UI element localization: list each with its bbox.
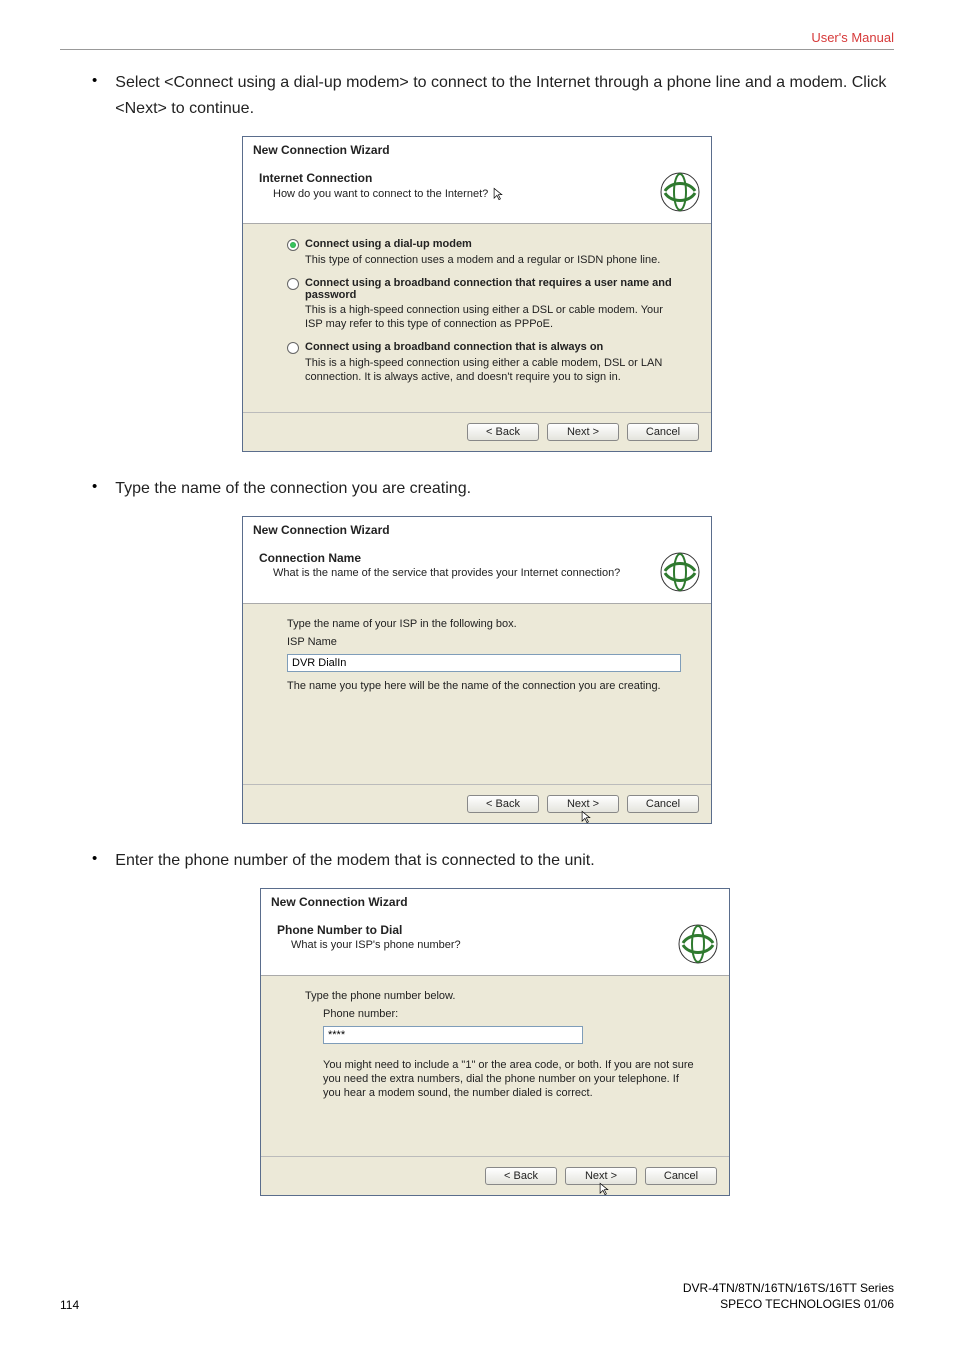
window-title: New Connection Wizard <box>243 517 711 541</box>
cursor-icon <box>580 810 594 824</box>
radio-dialup[interactable] <box>287 239 299 251</box>
header-rule <box>60 49 894 50</box>
page-header: User's Manual <box>60 20 894 49</box>
dialog-title: Connection Name <box>259 551 651 565</box>
radio-broadband-always[interactable] <box>287 342 299 354</box>
cancel-button[interactable]: Cancel <box>627 795 699 813</box>
radio-broadband-auth[interactable] <box>287 278 299 290</box>
next-button[interactable]: Next > <box>547 795 619 813</box>
bullet-icon: • <box>92 70 97 92</box>
wizard-dialog-internet-connection: New Connection Wizard Internet Connectio… <box>242 136 712 452</box>
prompt-text: Type the phone number below. <box>305 990 699 1002</box>
next-button[interactable]: Next > <box>565 1167 637 1185</box>
wizard-icon <box>677 923 719 965</box>
cancel-button[interactable]: Cancel <box>645 1167 717 1185</box>
dialog-subtitle: How do you want to connect to the Intern… <box>273 188 488 200</box>
prompt-text: Type the name of your ISP in the followi… <box>287 618 681 630</box>
isp-name-label: ISP Name <box>287 636 681 648</box>
radio-broadband-always-label: Connect using a broadband connection tha… <box>305 341 603 353</box>
footer-line-2: SPECO TECHNOLOGIES 01/06 <box>683 1296 894 1312</box>
intro-text-2: Type the name of the connection you are … <box>115 476 471 502</box>
wizard-dialog-connection-name: New Connection Wizard Connection Name Wh… <box>242 516 712 824</box>
window-title: New Connection Wizard <box>261 889 729 913</box>
radio-dialup-desc: This type of connection uses a modem and… <box>305 253 681 267</box>
phone-number-input[interactable] <box>323 1026 583 1044</box>
wizard-icon <box>659 551 701 593</box>
wizard-icon <box>659 171 701 213</box>
dialog-title: Internet Connection <box>259 171 651 185</box>
cursor-icon <box>492 187 506 201</box>
radio-broadband-auth-label: Connect using a broadband connection tha… <box>305 277 681 301</box>
back-button[interactable]: < Back <box>467 795 539 813</box>
dialog-title: Phone Number to Dial <box>277 923 669 937</box>
radio-broadband-always-desc: This is a high-speed connection using ei… <box>305 356 681 384</box>
hint-text: You might need to include a "1" or the a… <box>323 1058 699 1100</box>
dialog-subtitle: What is your ISP's phone number? <box>277 939 669 951</box>
phone-number-label: Phone number: <box>323 1008 699 1020</box>
cursor-icon <box>598 1182 612 1196</box>
bullet-icon: • <box>92 848 97 870</box>
page-number: 114 <box>60 1298 79 1312</box>
dialog-subtitle: What is the name of the service that pro… <box>259 567 651 579</box>
radio-dialup-label: Connect using a dial-up modem <box>305 238 472 250</box>
radio-broadband-auth-desc: This is a high-speed connection using ei… <box>305 303 681 331</box>
footer-line-1: DVR-4TN/8TN/16TN/16TS/16TT Series <box>683 1280 894 1296</box>
cancel-button[interactable]: Cancel <box>627 423 699 441</box>
hint-text: The name you type here will be the name … <box>287 680 681 692</box>
isp-name-input[interactable] <box>287 654 681 672</box>
bullet-icon: • <box>92 476 97 498</box>
window-title: New Connection Wizard <box>243 137 711 161</box>
back-button[interactable]: < Back <box>485 1167 557 1185</box>
intro-text-3: Enter the phone number of the modem that… <box>115 848 594 874</box>
intro-text-1: Select <Connect using a dial-up modem> t… <box>115 70 894 122</box>
next-button[interactable]: Next > <box>547 423 619 441</box>
wizard-dialog-phone-number: New Connection Wizard Phone Number to Di… <box>260 888 730 1196</box>
back-button[interactable]: < Back <box>467 423 539 441</box>
